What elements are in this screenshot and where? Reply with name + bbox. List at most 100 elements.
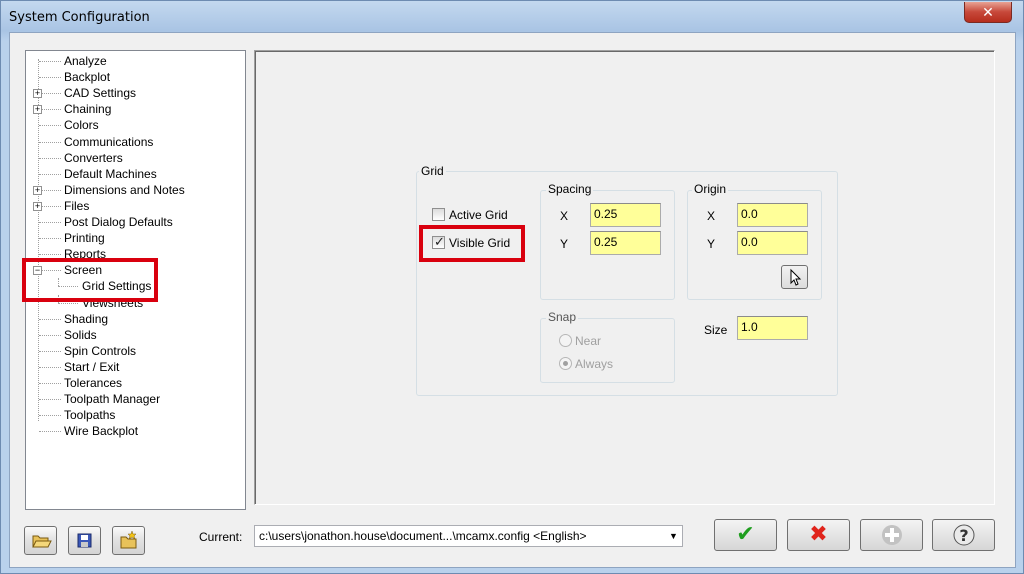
tree-item[interactable]: Shading <box>26 311 245 327</box>
open-config-button[interactable] <box>24 526 57 555</box>
tree-connector <box>39 77 61 79</box>
dialog-client-area: Analyze Backplot + CAD Settings + Chaining Col… <box>9 32 1016 568</box>
spacing-y-label: Y <box>560 237 569 251</box>
folder-star-icon <box>120 530 137 549</box>
select-origin-button[interactable] <box>781 265 808 289</box>
tree-connector <box>39 431 61 433</box>
current-config-value: c:\users\jonathon.house\document...\mcam… <box>259 529 587 543</box>
tree-item-label: Tolerances <box>64 376 123 390</box>
tree-item[interactable]: Solids <box>26 327 245 343</box>
tree-item[interactable]: Analyze <box>26 53 245 69</box>
ok-button[interactable]: ✔ <box>714 519 777 551</box>
tree-item-label: Communications <box>64 134 154 149</box>
tree-item-label: Solids <box>64 327 97 342</box>
tree-item[interactable]: + CAD Settings <box>26 85 245 101</box>
tree-item[interactable]: Post Dialog Defaults <box>26 214 245 230</box>
tree-item-label: Shading <box>64 311 109 326</box>
tree-connector <box>39 205 61 207</box>
origin-y-label: Y <box>707 237 716 251</box>
apply-button[interactable] <box>860 519 923 551</box>
tree-item[interactable]: Colors <box>26 117 245 133</box>
tree-item-label: Colors <box>64 118 99 133</box>
tree-item[interactable]: Toolpath Manager <box>26 391 245 407</box>
system-configuration-window: System Configuration ✕ Analyze Backplot + C… <box>0 0 1024 574</box>
cancel-button[interactable]: ✖ <box>787 519 850 551</box>
tree-item-label: Dimensions and Notes <box>64 182 185 197</box>
snap-always-label: Always <box>575 357 614 371</box>
current-config-dropdown[interactable]: c:\users\jonathon.house\document...\mcam… <box>254 525 683 547</box>
tree-item[interactable]: + Dimensions and Notes <box>26 182 245 198</box>
tree-item-label: Toolpaths <box>64 408 116 423</box>
tree-item[interactable]: + Chaining <box>26 101 245 117</box>
tree-connector <box>39 61 61 62</box>
origin-x-label: X <box>707 209 716 223</box>
tree-item[interactable]: Default Machines <box>26 166 245 182</box>
tree-connector <box>39 173 61 175</box>
settings-panel: Grid Active Grid Visible Grid Spacing X … <box>254 50 995 505</box>
tree-connector <box>39 254 61 256</box>
snap-near-radio[interactable] <box>559 334 572 347</box>
help-button[interactable]: ? <box>932 519 995 551</box>
save-icon <box>77 533 92 548</box>
tree-connector <box>39 334 61 336</box>
tree-connector <box>39 383 61 384</box>
expand-plus-icon[interactable]: + <box>33 105 42 115</box>
expand-plus-icon[interactable]: + <box>33 89 42 99</box>
close-icon: ✕ <box>982 4 994 20</box>
grid-group-title: Grid <box>419 164 446 178</box>
tree-connector <box>39 125 61 127</box>
size-input[interactable]: 1.0 <box>737 316 808 340</box>
svg-text:?: ? <box>959 526 968 545</box>
window-title: System Configuration <box>9 10 150 25</box>
tree-item[interactable]: Toolpaths <box>26 407 245 423</box>
merge-config-button[interactable] <box>112 526 145 555</box>
tree-item[interactable]: Communications <box>26 134 245 150</box>
tree-item-label: Converters <box>64 150 123 165</box>
grid-settings-highlight <box>22 258 158 302</box>
tree-connector <box>39 350 61 352</box>
spacing-x-input[interactable]: 0.25 <box>590 203 661 227</box>
tree-connector <box>39 189 61 191</box>
tree-item[interactable]: Spin Controls <box>26 343 245 359</box>
tree-connector <box>39 318 61 320</box>
tree-connector <box>39 93 61 95</box>
checkmark-icon: ✔ <box>736 521 755 546</box>
expand-plus-icon[interactable]: + <box>33 185 42 195</box>
tree-item-label: CAD Settings <box>64 86 137 101</box>
tree-connector <box>39 222 61 223</box>
tree-connector <box>58 302 78 304</box>
close-button[interactable]: ✕ <box>964 2 1012 23</box>
size-label: Size <box>704 323 728 337</box>
spacing-y-input[interactable]: 0.25 <box>590 231 661 255</box>
tree-connector <box>39 109 61 111</box>
tree-connector <box>39 399 61 401</box>
active-grid-label: Active Grid <box>449 208 508 222</box>
dropdown-arrow-icon: ▼ <box>669 531 678 541</box>
help-icon: ? <box>953 524 974 546</box>
tree-connector <box>39 415 61 417</box>
tree-connector <box>39 366 61 368</box>
spacing-x-label: X <box>560 209 569 223</box>
snap-always-radio[interactable] <box>559 357 572 370</box>
pointer-icon <box>790 268 802 286</box>
tree-item[interactable]: Printing <box>26 230 245 246</box>
tree-item[interactable]: + Files <box>26 198 245 214</box>
tree-item-label: Toolpath Manager <box>64 392 161 407</box>
tree-item[interactable]: Converters <box>26 150 245 166</box>
tree-item[interactable]: Wire Backplot <box>26 423 245 439</box>
origin-y-input[interactable]: 0.0 <box>737 231 808 255</box>
title-bar[interactable]: System Configuration ✕ <box>1 1 1023 33</box>
tree-connector <box>39 141 61 143</box>
tree-item[interactable]: Backplot <box>26 69 245 85</box>
expand-plus-icon[interactable]: + <box>33 201 42 211</box>
save-config-button[interactable] <box>68 526 101 555</box>
snap-title: Snap <box>546 310 579 324</box>
tree-item-label: Wire Backplot <box>64 424 139 439</box>
category-tree[interactable]: Analyze Backplot + CAD Settings + Chaining Col… <box>22 50 246 510</box>
tree-item-label: Post Dialog Defaults <box>64 215 173 229</box>
tree-item-label: Default Machines <box>64 166 157 181</box>
origin-x-input[interactable]: 0.0 <box>737 203 808 227</box>
tree-item[interactable]: Tolerances <box>26 375 245 391</box>
active-grid-checkbox[interactable] <box>432 208 445 221</box>
tree-item[interactable]: Start / Exit <box>26 359 245 375</box>
